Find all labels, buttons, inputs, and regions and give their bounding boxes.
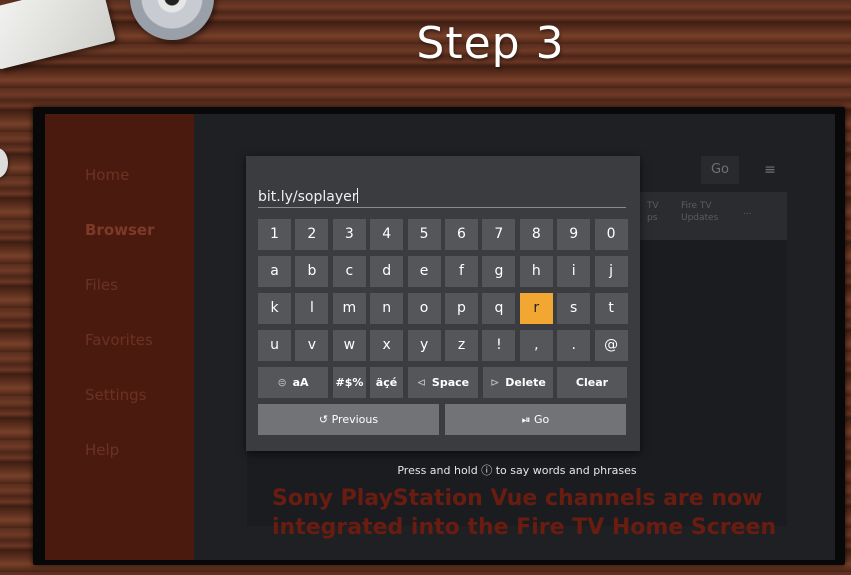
accents-key[interactable]: äçé [370,367,403,398]
sidebar-item-files[interactable]: Files [85,276,118,294]
sidebar: Home Browser Files Favorites Settings He… [45,114,194,560]
key-p[interactable]: p [445,293,478,324]
nav-strip: TV ps Fire TV Updates ... [637,192,787,240]
key-m[interactable]: m [332,293,366,324]
url-input-value: bit.ly/soplayer [258,189,358,205]
key-7[interactable]: 7 [482,219,516,250]
key-h[interactable]: h [519,256,553,287]
key-w[interactable]: w [332,330,366,361]
go-label: Go [534,413,550,426]
key-v[interactable]: v [295,330,329,361]
key-3[interactable]: 3 [332,219,366,250]
key-,[interactable]: , [519,330,553,361]
space-key[interactable]: ⊲ Space [408,367,478,398]
key-![interactable]: ! [482,330,516,361]
key-8[interactable]: 8 [519,219,553,250]
keyboard-go-button[interactable]: ⏯ Go [445,404,626,435]
symbols-key[interactable]: #$% [333,367,366,398]
rewind-icon: ⊲ [416,376,427,389]
previous-label: Previous [331,413,379,426]
space-label: Space [431,376,470,389]
key-u[interactable]: u [258,330,291,361]
key-1[interactable]: 1 [258,219,291,250]
sidebar-item-favorites[interactable]: Favorites [85,331,153,349]
nav-item-firetv-updates-line2[interactable]: Updates [681,212,718,224]
sidebar-item-home[interactable]: Home [85,166,129,184]
case-toggle-key[interactable]: ⊜ aA [258,367,328,398]
url-input[interactable]: bit.ly/soplayer [258,187,626,208]
key-i[interactable]: i [557,256,591,287]
key-9[interactable]: 9 [557,219,591,250]
key-q[interactable]: q [482,293,516,324]
key-b[interactable]: b [295,256,329,287]
clear-key[interactable]: Clear [557,367,627,398]
sidebar-item-help[interactable]: Help [85,441,119,459]
key-n[interactable]: n [370,293,404,324]
key-2[interactable]: 2 [295,219,329,250]
key-o[interactable]: o [407,293,441,324]
nav-item-apps-line2[interactable]: ps [647,212,657,224]
key-4[interactable]: 4 [370,219,404,250]
key-d[interactable]: d [370,256,404,287]
sidebar-item-browser[interactable]: Browser [85,221,155,239]
browser-go-button[interactable]: Go [701,156,739,184]
key-c[interactable]: c [332,256,366,287]
key-r[interactable]: r [519,293,553,324]
step-title: Step 3 [416,18,565,69]
delete-key[interactable]: ⊳ Delete [483,367,553,398]
back-icon: ↺ [318,413,329,426]
key-j[interactable]: j [594,256,628,287]
nav-item-firetv-updates-line1[interactable]: Fire TV [681,200,712,212]
key-.[interactable]: . [557,330,591,361]
hamburger-menu-icon[interactable]: ≡ [757,156,783,184]
onscreen-keyboard: bit.ly/soplayer 1234567890 abcdefghij klmn… [246,156,640,451]
key-0[interactable]: 0 [594,219,628,250]
key-y[interactable]: y [407,330,441,361]
voice-hint: Press and hold ⓘ to say words and phrase… [397,464,637,477]
key-s[interactable]: s [557,293,591,324]
key-t[interactable]: t [594,293,628,324]
key-k[interactable]: k [258,293,291,324]
key-5[interactable]: 5 [407,219,441,250]
circle-button-icon: ⊜ [277,376,287,389]
text-caret [357,188,359,203]
play-pause-icon: ⏯ [521,413,531,426]
nav-item-apps-line1[interactable]: TV [647,200,659,212]
tv-screen: Home Browser Files Favorites Settings He… [45,114,835,560]
key-f[interactable]: f [445,256,478,287]
key-e[interactable]: e [407,256,441,287]
nav-more[interactable]: ... [743,206,752,218]
key-l[interactable]: l [295,293,329,324]
key-@[interactable]: @ [594,330,628,361]
key-6[interactable]: 6 [445,219,478,250]
key-g[interactable]: g [482,256,516,287]
previous-button[interactable]: ↺ Previous [258,404,439,435]
fast-forward-icon: ⊳ [490,376,500,389]
news-headline[interactable]: Sony PlayStation Vue channels are now in… [272,484,792,542]
key-x[interactable]: x [370,330,404,361]
delete-label: Delete [505,376,546,389]
sidebar-item-settings[interactable]: Settings [85,386,147,404]
case-toggle-label: aA [292,376,309,389]
key-a[interactable]: a [258,256,291,287]
key-z[interactable]: z [445,330,478,361]
